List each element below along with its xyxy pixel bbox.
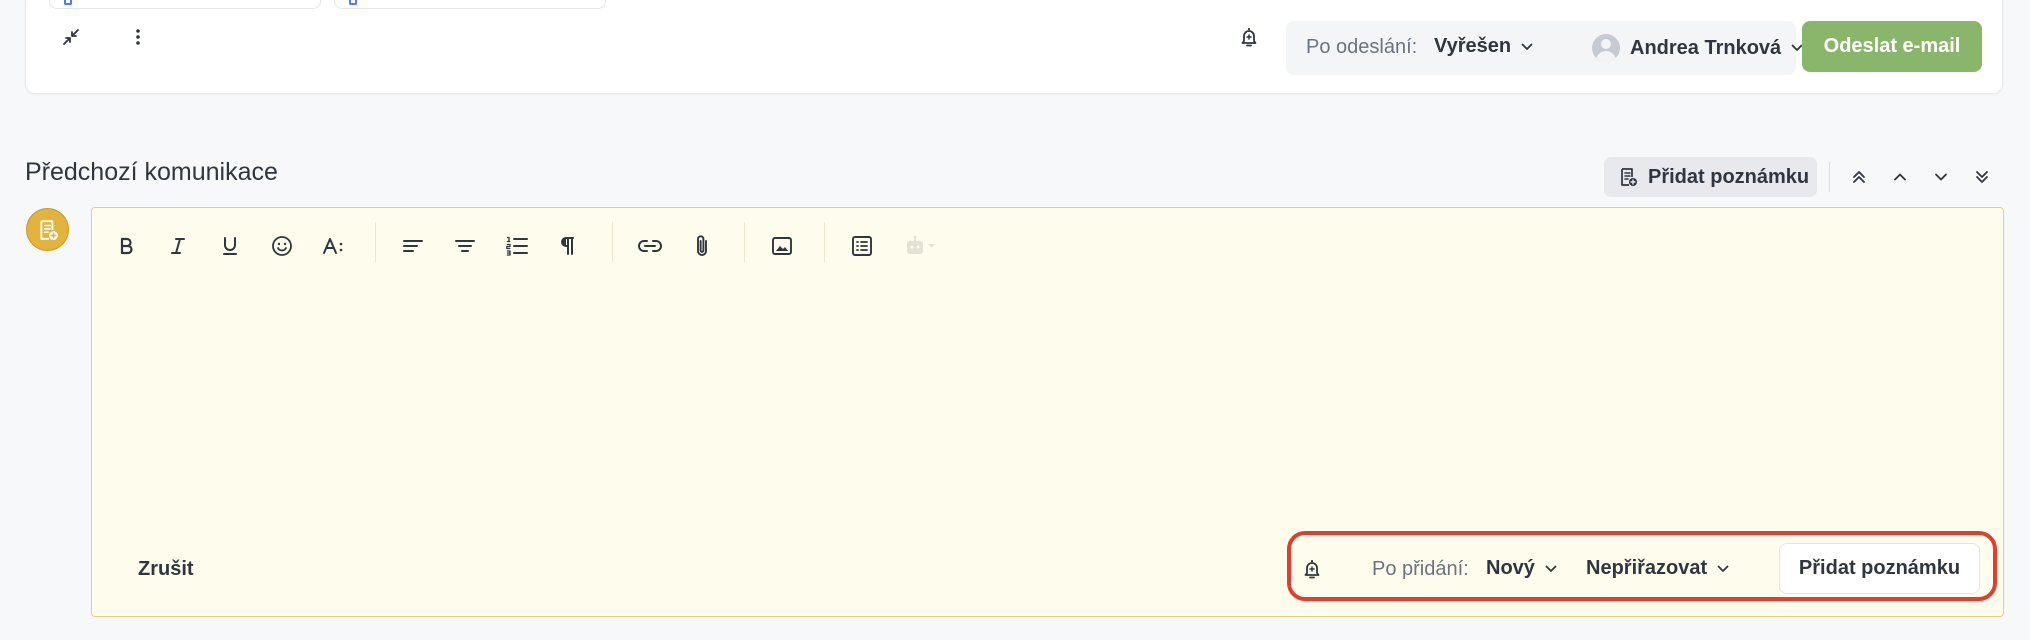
email-composer-card: Po odeslání: Vyřešen Andrea Trnková Odes…	[25, 0, 2003, 94]
note-add-icon	[1621, 168, 1637, 186]
after-send-group: Po odeslání: Vyřešen Andrea Trnková	[1286, 21, 1803, 75]
paragraph-icon	[561, 237, 574, 255]
attachment-chip[interactable]	[334, 0, 606, 9]
ordered-list-icon	[506, 236, 528, 256]
scroll-top-button[interactable]	[1843, 161, 1875, 193]
link-icon	[638, 240, 662, 252]
paragraph-button[interactable]	[547, 226, 587, 266]
template-list-icon	[852, 236, 872, 256]
align-left-button[interactable]	[393, 226, 433, 266]
cancel-button[interactable]: Zrušit	[138, 558, 194, 581]
double-chevron-down-icon	[1976, 171, 1988, 183]
bell-icon	[1241, 28, 1257, 47]
ai-assistant-button[interactable]	[897, 226, 947, 266]
add-note-submit-button[interactable]: Přidat poznámku	[1779, 543, 1980, 594]
divider	[1829, 162, 1830, 192]
document-icon	[64, 0, 72, 5]
send-email-button[interactable]: Odeslat e-mail	[1802, 21, 1982, 72]
section-title: Předchozí komunikace	[25, 158, 278, 186]
toolbar-divider	[612, 222, 613, 262]
paperclip-icon	[697, 235, 707, 256]
note-text-area[interactable]	[110, 278, 1985, 518]
assignee-dropdown[interactable]: Andrea Trnková	[1592, 34, 1803, 62]
after-send-status-dropdown[interactable]: Vyřešen	[1434, 35, 1533, 58]
filter-align-icon	[455, 240, 475, 252]
more-vertical-icon	[136, 29, 140, 45]
next-button[interactable]	[1925, 161, 1957, 193]
link-button[interactable]	[630, 226, 670, 266]
after-send-status-value: Vyřešen	[1434, 35, 1512, 57]
italic-icon	[171, 238, 185, 254]
after-add-status-dropdown[interactable]: Nový	[1486, 557, 1557, 580]
after-add-label: Po přidání:	[1372, 558, 1469, 580]
font-size-icon	[323, 238, 343, 254]
chevron-down-icon	[1935, 173, 1947, 181]
robot-icon	[907, 235, 935, 254]
toolbar-divider	[824, 222, 825, 262]
toolbar-divider	[744, 222, 745, 262]
chevron-down-icon	[1717, 565, 1729, 572]
bold-icon	[120, 237, 133, 255]
underline-icon	[223, 237, 237, 255]
double-chevron-up-icon	[1853, 171, 1865, 183]
chevron-down-icon	[1545, 565, 1557, 572]
chevron-up-icon	[1894, 173, 1906, 181]
add-note-header-label: Přidat poznámku	[1648, 165, 1810, 188]
notify-button[interactable]	[1229, 17, 1269, 57]
attachment-button[interactable]	[682, 226, 722, 266]
add-note-header-button[interactable]: Přidat poznámku	[1604, 157, 1817, 197]
template-button[interactable]	[842, 226, 882, 266]
attachment-chip[interactable]	[49, 0, 321, 9]
previous-button[interactable]	[1884, 161, 1916, 193]
document-icon	[349, 0, 357, 5]
assign-value: Nepřiřazovat	[1586, 557, 1708, 579]
assign-dropdown[interactable]: Nepřiřazovat	[1586, 557, 1729, 580]
bold-button[interactable]	[106, 226, 146, 266]
after-add-status-value: Nový	[1486, 557, 1535, 579]
collapse-button[interactable]	[51, 17, 91, 57]
toolbar-divider	[375, 222, 376, 262]
note-notify-button[interactable]	[1292, 549, 1332, 589]
note-avatar	[26, 208, 69, 251]
after-send-label: Po odeslání:	[1306, 36, 1418, 58]
assignee-name: Andrea Trnková	[1630, 36, 1782, 59]
note-icon	[39, 219, 58, 240]
scroll-bottom-button[interactable]	[1966, 161, 1998, 193]
align-center-button[interactable]	[445, 226, 485, 266]
underline-button[interactable]	[210, 226, 250, 266]
italic-button[interactable]	[158, 226, 198, 266]
more-options-button[interactable]	[118, 17, 158, 57]
image-button[interactable]	[762, 226, 802, 266]
chevron-down-icon	[1521, 43, 1533, 50]
emoji-button[interactable]	[262, 226, 302, 266]
ordered-list-button[interactable]	[497, 226, 537, 266]
image-icon	[772, 237, 792, 255]
note-editor: Zrušit	[91, 207, 2004, 617]
emoji-icon	[272, 236, 292, 256]
font-size-button[interactable]	[314, 226, 354, 266]
align-left-icon	[403, 240, 423, 252]
avatar	[1592, 34, 1620, 62]
collapse-icon	[63, 29, 79, 45]
bell-icon	[1304, 560, 1320, 579]
